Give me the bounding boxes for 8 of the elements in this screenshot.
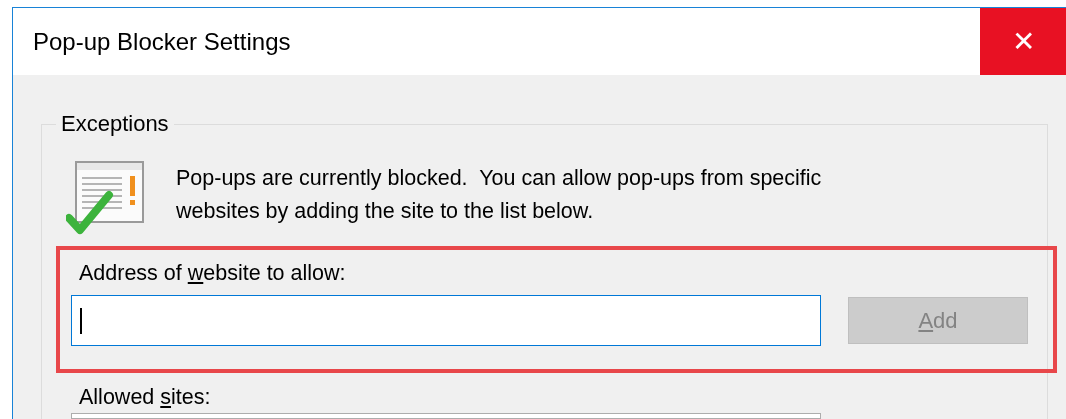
message-text: Pop-ups are currently blocked. You can allow pop-ups from specific	[176, 165, 822, 192]
window-title: Pop-up Blocker Settings	[32, 26, 291, 57]
close-button[interactable]: ✕	[980, 8, 1066, 75]
address-label: Address of website to allow:	[78, 260, 347, 287]
text-caret	[80, 307, 82, 334]
allowed-sites-label: Allowed sites:	[79, 384, 212, 411]
address-input[interactable]	[71, 295, 821, 346]
message-text: websites by adding the site to the list below.	[176, 198, 595, 225]
